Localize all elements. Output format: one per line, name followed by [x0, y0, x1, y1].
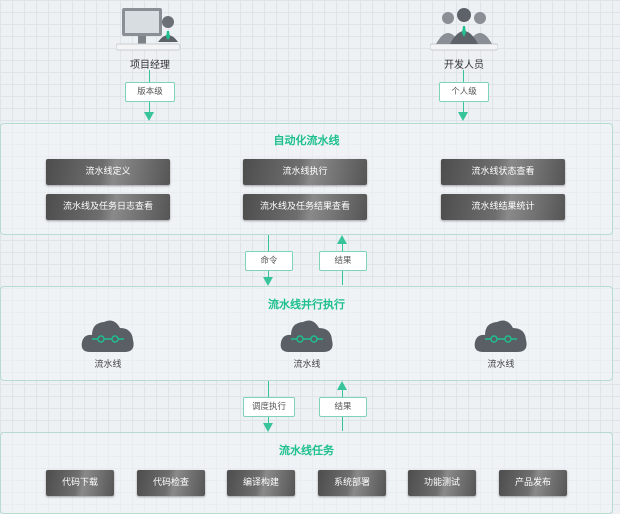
- pipeline-status-button[interactable]: 流水线状态查看: [441, 159, 565, 185]
- schedule-arrow-down: [263, 423, 273, 432]
- cloud-pipeline-label: 流水线: [94, 360, 122, 370]
- pipeline-tasks-title: 流水线任务: [279, 444, 334, 457]
- cloud-pipeline-icon: [81, 320, 134, 352]
- result-arrow-up-upper: [337, 235, 347, 244]
- command-arrow-down: [263, 277, 273, 286]
- team-users-icon: [430, 8, 498, 51]
- result-tag-upper: 结果: [319, 251, 367, 271]
- pipeline-tasks-panel: 流水线任务 代码下载 代码检查 编译构建 系统部署 功能测试 产品发布: [0, 432, 613, 514]
- function-test-button[interactable]: 功能测试: [408, 470, 476, 496]
- cloud-pipeline-label: 流水线: [293, 360, 321, 370]
- project-manager-actor: 项目经理: [110, 4, 190, 72]
- developers-actor: 开发人员: [424, 4, 504, 72]
- command-tag: 命令: [245, 251, 293, 271]
- product-release-button[interactable]: 产品发布: [499, 470, 567, 496]
- result-arrow-up-lower: [337, 381, 347, 390]
- cloud-pipeline-icon: [474, 320, 527, 352]
- dev-arrow-down: [458, 112, 468, 121]
- code-check-button[interactable]: 代码检查: [137, 470, 205, 496]
- cloud-pipeline-icon: [280, 320, 333, 352]
- result-tag-lower: 结果: [319, 397, 367, 417]
- code-download-button[interactable]: 代码下载: [46, 470, 114, 496]
- developers-label: 开发人员: [444, 60, 484, 71]
- cloud-pipeline-label: 流水线: [487, 360, 515, 370]
- system-deploy-button[interactable]: 系统部署: [318, 470, 386, 496]
- automation-pipeline-panel: 自动化流水线 流水线定义 流水线执行 流水线状态查看 流水线及任务日志查看 流水…: [0, 123, 613, 235]
- parallel-execution-title: 流水线并行执行: [268, 298, 345, 311]
- pipeline-result-stats-button[interactable]: 流水线结果统计: [441, 194, 565, 220]
- personal-level-tag: 个人级: [439, 82, 489, 102]
- pipeline-execution-button[interactable]: 流水线执行: [243, 159, 367, 185]
- version-level-tag: 版本级: [125, 82, 175, 102]
- pipeline-definition-button[interactable]: 流水线定义: [46, 159, 170, 185]
- pm-arrow-down: [144, 112, 154, 121]
- project-manager-label: 项目经理: [130, 60, 170, 71]
- pipeline-task-log-button[interactable]: 流水线及任务日志查看: [46, 194, 170, 220]
- schedule-execution-tag: 调度执行: [243, 397, 295, 417]
- compile-build-button[interactable]: 编译构建: [227, 470, 295, 496]
- automation-pipeline-title: 自动化流水线: [273, 134, 340, 147]
- pipeline-task-result-button[interactable]: 流水线及任务结果查看: [243, 194, 367, 220]
- computer-user-icon: [116, 8, 181, 51]
